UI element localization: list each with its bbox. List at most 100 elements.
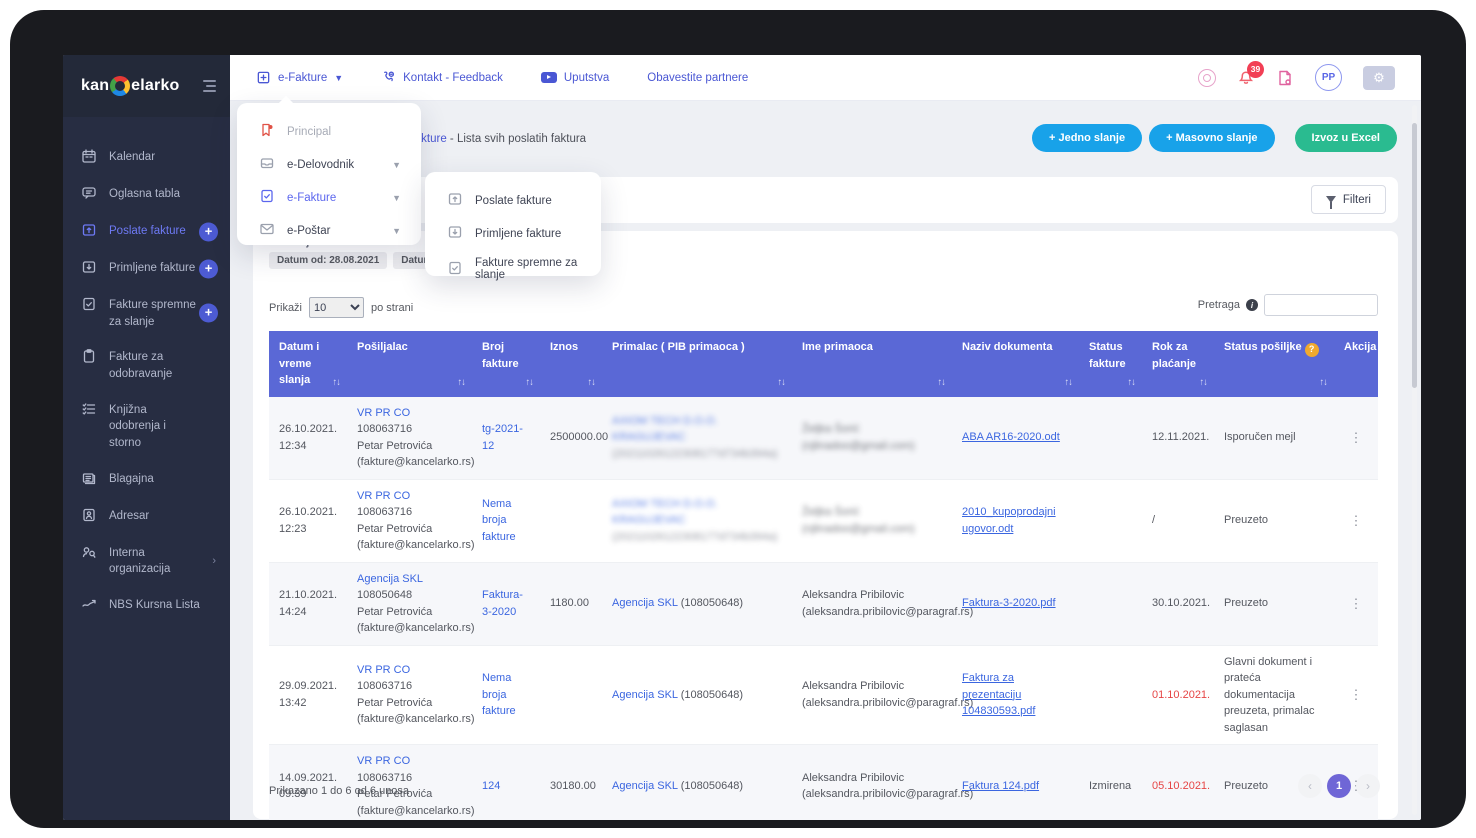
sidebar-item-primljene-fakture[interactable]: Primljene fakture+ [63, 250, 230, 287]
col-header-9[interactable]: Status pošiljke?↑↓ [1214, 331, 1334, 397]
plus-badge[interactable]: + [199, 259, 218, 278]
sort-icon[interactable]: ↑↓ [1320, 376, 1328, 390]
document-shortcut-icon[interactable] [1276, 69, 1294, 87]
dropdown-item-label: Principal [287, 126, 331, 138]
pagination-prev-icon[interactable]: ‹ [1298, 774, 1322, 798]
sidebar-item-nbs-kursna-lista[interactable]: NBS Kursna Lista [63, 587, 230, 624]
col-header-0[interactable]: Datum i vreme slanja↑↓ [269, 331, 347, 397]
topnav-item-kontakt[interactable]: Kontakt - Feedback [381, 70, 503, 85]
dokument-link[interactable]: ABA AR16-2020.odt [962, 431, 1060, 443]
col-header-7[interactable]: Status fakture↑↓ [1079, 331, 1142, 397]
sort-icon[interactable]: ↑↓ [1128, 376, 1136, 390]
primalac-link[interactable]: Agencija SKL [612, 780, 678, 792]
sidebar-item-poslate-fakture[interactable]: Poslate fakture+ [63, 213, 230, 250]
ime-primaoca-email: (njlinadoo@gmail.com) [802, 438, 942, 455]
efakture-submenu: Poslate fakturePrimljene faktureFakture … [425, 172, 601, 276]
sort-icon[interactable]: ↑↓ [526, 376, 534, 390]
col-header-2[interactable]: Broj fakture↑↓ [472, 331, 540, 397]
pagination-next-icon[interactable]: › [1356, 774, 1380, 798]
col-header-4[interactable]: Primalac ( PIB primaoca )↑↓ [602, 331, 792, 397]
list-check-icon [81, 401, 97, 420]
col-header-1[interactable]: Pošiljalac↑↓ [347, 331, 472, 397]
sidebar-item-blagajna[interactable]: Blagajna [63, 461, 230, 498]
coin-icon[interactable] [1198, 69, 1216, 87]
user-avatar[interactable]: PP [1315, 64, 1342, 91]
sort-icon[interactable]: ↑↓ [588, 376, 596, 390]
topnav-item-obavestite[interactable]: Obavestite partnere [647, 72, 748, 84]
col-header-3[interactable]: Iznos↑↓ [540, 331, 602, 397]
app-logo[interactable]: kan elarko [81, 76, 180, 96]
sort-icon[interactable]: ↑↓ [1065, 376, 1073, 390]
filteri-label: Filteri [1343, 194, 1371, 206]
hamburger-icon[interactable] [203, 80, 216, 92]
dokument-link[interactable]: Faktura za prezentaciju 104830593.pdf [962, 672, 1035, 717]
settings-gear-button[interactable]: ⚙ [1363, 66, 1395, 90]
primalac-link[interactable]: Agencija SKL [612, 597, 678, 609]
breadcrumb-rest: - Lista svih poslatih faktura [447, 133, 586, 145]
posiljalac-org-link[interactable]: VR PR CO [357, 407, 410, 419]
broj-fakture-link[interactable]: 124 [482, 780, 500, 792]
dropdown-item-principal[interactable]: Principal [237, 115, 421, 148]
sidebar-item-fakture-za-odobravanje[interactable]: Fakture za odobravanje [63, 339, 230, 391]
sort-icon[interactable]: ↑↓ [458, 376, 466, 390]
sidebar-item-label: NBS Kursna Lista [109, 596, 200, 614]
primalac-link[interactable]: AXIOM TECH D.O.O. KRAGUJEVAC [612, 415, 718, 444]
col-header-8[interactable]: Rok za plaćanje↑↓ [1142, 331, 1214, 397]
posiljalac-org-link[interactable]: VR PR CO [357, 664, 410, 676]
sort-icon[interactable]: ↑↓ [333, 376, 341, 390]
plus-badge[interactable]: + [199, 304, 218, 323]
row-actions-menu-icon[interactable]: ⋮ [1344, 428, 1368, 448]
pagination-page-1[interactable]: 1 [1327, 774, 1351, 798]
row-actions-menu-icon[interactable]: ⋮ [1344, 685, 1368, 705]
question-badge-icon[interactable]: ? [1305, 343, 1319, 357]
notification-count-badge: 39 [1247, 61, 1264, 78]
dokument-link[interactable]: Faktura 124.pdf [962, 780, 1039, 792]
dokument-link[interactable]: 2010_kupoprodajni ugovor.odt [962, 506, 1056, 535]
sidebar-item-interna-organizacija[interactable]: Interna organizacija› [63, 535, 230, 587]
posiljalac-org-link[interactable]: Agencija SKL [357, 573, 423, 585]
scrollbar-thumb[interactable] [1412, 123, 1417, 388]
sidebar-item-label: Fakture za odobravanje [109, 348, 200, 382]
dropdown-item-e-fakture[interactable]: e-Fakture▼ [237, 181, 421, 214]
scrollbar-track[interactable] [1412, 105, 1417, 815]
submenu-item-primljene-fakture[interactable]: Primljene fakture [425, 217, 601, 250]
posiljalac-org-link[interactable]: VR PR CO [357, 490, 410, 502]
broj-fakture-link[interactable]: tg-2021-12 [482, 423, 523, 452]
search-input[interactable] [1264, 294, 1378, 316]
dropdown-item-e-delovodnik[interactable]: e-Delovodnik▼ [237, 148, 421, 181]
sidebar-item-knji-na-odobrenja-i-storno[interactable]: Knjižna odobrenja i storno [63, 392, 230, 461]
sidebar-item-label: Interna organizacija [109, 544, 200, 578]
posiljalac-email: (fakture@kancelarko.rs) [357, 803, 462, 820]
per-page-select[interactable]: 10 [309, 297, 364, 318]
col-header-6[interactable]: Naziv dokumenta↑↓ [952, 331, 1079, 397]
plus-badge[interactable]: + [199, 222, 218, 241]
efakture-dropdown-menu: Principal e-Delovodnik▼e-Fakture▼e-Poštar… [237, 103, 421, 245]
izvoz-excel-button[interactable]: Izvoz u Excel [1295, 124, 1397, 152]
sort-icon[interactable]: ↑↓ [778, 376, 786, 390]
primalac-link[interactable]: Agencija SKL [612, 689, 678, 701]
dropdown-item-e-po-tar[interactable]: e-Poštar▼ [237, 214, 421, 247]
topnav-item-uputstva[interactable]: Uputstva [541, 72, 609, 84]
jedno-slanje-button[interactable]: + Jedno slanje [1032, 124, 1142, 152]
sort-icon[interactable]: ↑↓ [938, 376, 946, 390]
broj-fakture-link[interactable]: Nema broja fakture [482, 498, 516, 543]
col-header-5[interactable]: Ime primaoca↑↓ [792, 331, 952, 397]
masovno-slanje-button[interactable]: + Masovno slanje [1149, 124, 1274, 152]
primalac-link[interactable]: AXIOM TECH D.O.O. KRAGUJEVAC [612, 498, 718, 527]
posiljalac-org-link[interactable]: VR PR CO [357, 755, 410, 767]
dokument-link[interactable]: Faktura-3-2020.pdf [962, 597, 1056, 609]
row-actions-menu-icon[interactable]: ⋮ [1344, 594, 1368, 614]
filteri-button[interactable]: Filteri [1311, 185, 1386, 214]
topnav-item-efakture[interactable]: e-Fakture ▼ [256, 70, 343, 85]
sort-icon[interactable]: ↑↓ [1200, 376, 1208, 390]
broj-fakture-link[interactable]: Faktura-3-2020 [482, 589, 523, 618]
broj-fakture-link[interactable]: Nema broja fakture [482, 672, 516, 717]
submenu-item-fakture-spremne-za-slanje[interactable]: Fakture spremne za slanje [425, 250, 601, 288]
sidebar-item-oglasna-tabla[interactable]: Oglasna tabla [63, 176, 230, 213]
sidebar-item-adresar[interactable]: Adresar [63, 498, 230, 535]
sidebar-item-fakture-spremne-za-slanje[interactable]: Fakture spremne za slanje+ [63, 287, 230, 339]
notifications-bell-icon[interactable]: 39 [1237, 69, 1255, 87]
sidebar-item-kalendar[interactable]: Kalendar [63, 139, 230, 176]
submenu-item-poslate-fakture[interactable]: Poslate fakture [425, 184, 601, 217]
row-actions-menu-icon[interactable]: ⋮ [1344, 511, 1368, 531]
